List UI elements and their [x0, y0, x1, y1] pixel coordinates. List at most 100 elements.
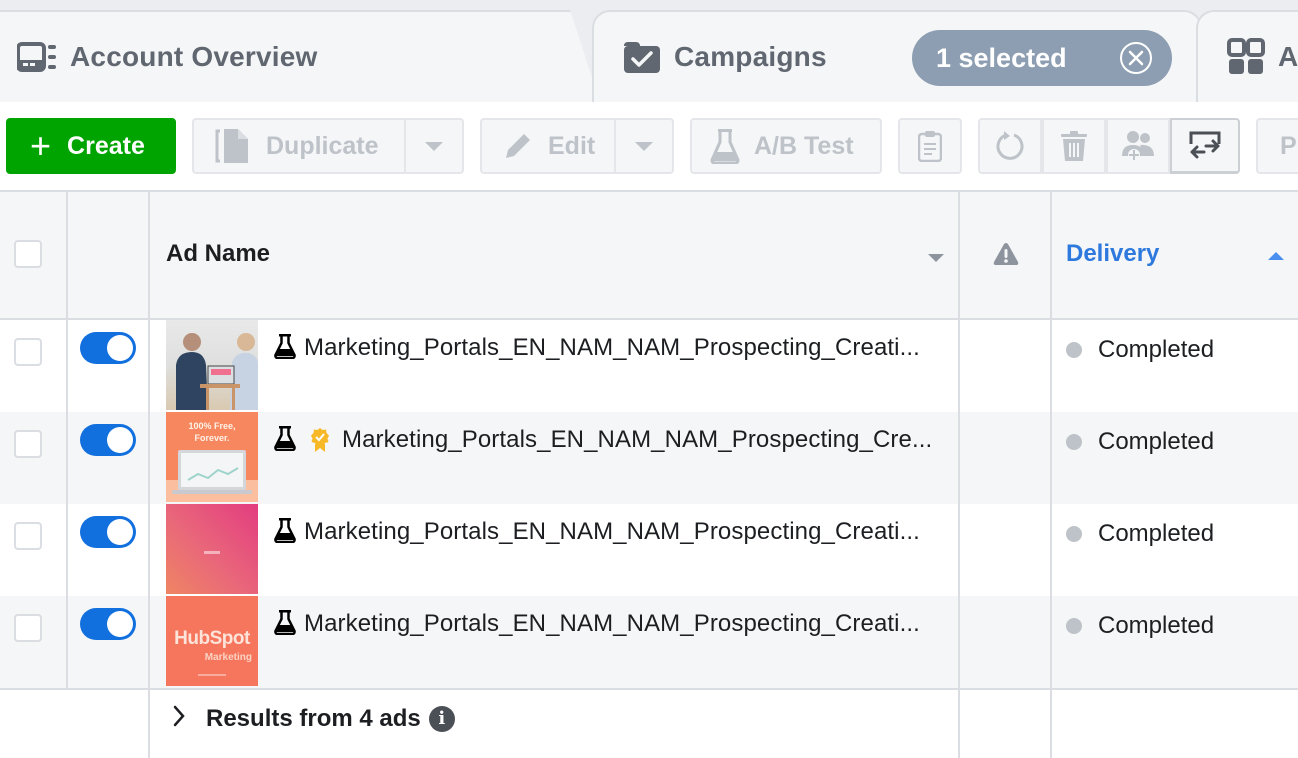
info-icon[interactable]: i	[428, 705, 455, 732]
tab-account-overview[interactable]: Account Overview	[0, 10, 600, 102]
chevron-down-icon	[635, 141, 653, 151]
row-checkbox[interactable]	[14, 522, 42, 550]
edit-button-label: Edit	[548, 131, 596, 160]
preview-button-label: P	[1280, 131, 1297, 160]
clipboard-button[interactable]	[898, 118, 962, 174]
column-divider	[1050, 192, 1052, 320]
ad-status-toggle[interactable]	[80, 424, 136, 456]
ad-name-cell: Marketing_Portals_EN_NAM_NAM_Prospecting…	[274, 424, 932, 456]
sort-ascending-icon[interactable]	[1268, 252, 1284, 260]
row-checkbox[interactable]	[14, 614, 42, 642]
compare-icon	[1188, 130, 1222, 162]
duplicate-dropdown[interactable]	[404, 120, 462, 172]
column-header-ad-name[interactable]: Ad Name	[166, 240, 270, 268]
delivery-status: Completed	[1066, 336, 1214, 364]
column-divider	[66, 320, 68, 688]
thumbnail-brand: HubSpot	[174, 628, 250, 649]
toggle-knob	[107, 335, 133, 361]
level-tab-bar: Account Overview Campaigns 1 selected A	[0, 0, 1298, 102]
status-dot-icon	[1066, 342, 1082, 358]
create-button-label: Create	[67, 131, 145, 160]
delete-button[interactable]	[1042, 118, 1106, 174]
ad-status-toggle[interactable]	[80, 516, 136, 548]
duplicate-button[interactable]: Duplicate	[192, 118, 464, 174]
ab-test-flask-icon	[274, 609, 296, 640]
duplicate-icon	[212, 127, 250, 165]
close-circle-icon[interactable]	[1120, 42, 1152, 74]
status-dot-icon	[1066, 526, 1082, 542]
select-all-checkbox[interactable]	[14, 240, 42, 268]
chevron-down-icon	[425, 141, 443, 151]
selection-count: 1 selected	[936, 42, 1067, 73]
ad-name-link[interactable]: Marketing_Portals_EN_NAM_NAM_Prospecting…	[342, 426, 932, 454]
delivery-status: Completed	[1066, 612, 1214, 640]
account-overview-icon	[16, 37, 60, 77]
action-toolbar: + Create Duplicate Edit A/B Test P	[0, 102, 1298, 190]
ad-thumbnail[interactable]	[166, 320, 258, 410]
table-row[interactable]: Marketing_Portals_EN_NAM_NAM_Prospecting…	[0, 320, 1298, 412]
table-row[interactable]: Marketing_Portals_EN_NAM_NAM_Prospecting…	[0, 504, 1298, 596]
ad-name-link[interactable]: Marketing_Portals_EN_NAM_NAM_Prospecting…	[304, 518, 920, 546]
ad-thumbnail[interactable]: HubSpot Marketing	[166, 596, 258, 686]
table-row[interactable]: HubSpot Marketing Marketing_Portals_EN_N…	[0, 596, 1298, 688]
ad-status-toggle[interactable]	[80, 608, 136, 640]
row-checkbox[interactable]	[14, 430, 42, 458]
ad-thumbnail[interactable]: 100% Free, Forever.	[166, 412, 258, 502]
create-button[interactable]: + Create	[6, 118, 176, 174]
delivery-status-label: Completed	[1098, 336, 1215, 363]
delivery-status: Completed	[1066, 520, 1214, 548]
column-divider	[958, 320, 960, 758]
chevron-right-icon	[172, 704, 186, 733]
row-checkbox[interactable]	[14, 338, 42, 366]
warning-icon[interactable]	[993, 242, 1019, 271]
ads-table: Ad Name Delivery Marketing_Portals_EN_NA…	[0, 190, 1298, 758]
delivery-status-label: Completed	[1098, 520, 1215, 547]
tab-account-overview-label: Account Overview	[70, 41, 318, 72]
column-divider	[148, 320, 150, 758]
trash-icon	[1060, 130, 1088, 162]
ab-test-flask-icon	[274, 425, 296, 456]
add-audience-icon	[1120, 130, 1156, 162]
flask-icon	[710, 128, 740, 164]
plus-icon: +	[30, 125, 52, 166]
edit-button[interactable]: Edit	[480, 118, 674, 174]
column-divider	[66, 192, 68, 320]
ad-thumbnail[interactable]	[166, 504, 258, 594]
toggle-knob	[107, 519, 133, 545]
ad-name-link[interactable]: Marketing_Portals_EN_NAM_NAM_Prospecting…	[304, 610, 920, 638]
tab-ads[interactable]: Ad	[1196, 10, 1298, 102]
duplicate-button-label: Duplicate	[266, 131, 379, 160]
tab-campaigns-label: Campaigns	[674, 41, 827, 72]
ad-name-link[interactable]: Marketing_Portals_EN_NAM_NAM_Prospecting…	[304, 334, 920, 362]
campaign-folder-check-icon	[620, 37, 664, 77]
table-row[interactable]: 100% Free, Forever. Marketing_Portals_EN…	[0, 412, 1298, 504]
ab-test-button-label: A/B Test	[754, 131, 854, 160]
toggle-knob	[107, 427, 133, 453]
ads-manager: Account Overview Campaigns 1 selected A …	[0, 0, 1298, 758]
clipboard-icon	[918, 130, 942, 162]
toggle-knob	[107, 611, 133, 637]
results-summary-row: Results from 4 ads i	[0, 688, 1298, 758]
ads-grid-icon	[1224, 37, 1268, 77]
delivery-status: Completed	[1066, 428, 1214, 456]
selection-pill[interactable]: 1 selected	[912, 30, 1172, 86]
ab-test-flask-icon	[274, 517, 296, 548]
chevron-down-icon[interactable]	[928, 254, 944, 262]
refresh-icon	[994, 130, 1026, 162]
results-expand-toggle[interactable]: Results from 4 ads i	[172, 704, 455, 733]
column-header-delivery[interactable]: Delivery	[1066, 240, 1159, 268]
ab-test-flask-icon	[274, 333, 296, 364]
edit-dropdown[interactable]	[614, 120, 672, 172]
refresh-button[interactable]	[978, 118, 1042, 174]
preview-button[interactable]: P	[1256, 118, 1298, 174]
delivery-status-label: Completed	[1098, 612, 1215, 639]
ad-status-toggle[interactable]	[80, 332, 136, 364]
status-dot-icon	[1066, 434, 1082, 450]
ab-test-button[interactable]: A/B Test	[690, 118, 882, 174]
ad-name-cell: Marketing_Portals_EN_NAM_NAM_Prospecting…	[274, 332, 920, 364]
pencil-icon	[502, 130, 534, 162]
add-audience-button[interactable]	[1106, 118, 1170, 174]
table-header: Ad Name Delivery	[0, 190, 1298, 320]
compare-button[interactable]	[1170, 118, 1240, 174]
ad-name-cell: Marketing_Portals_EN_NAM_NAM_Prospecting…	[274, 516, 920, 548]
